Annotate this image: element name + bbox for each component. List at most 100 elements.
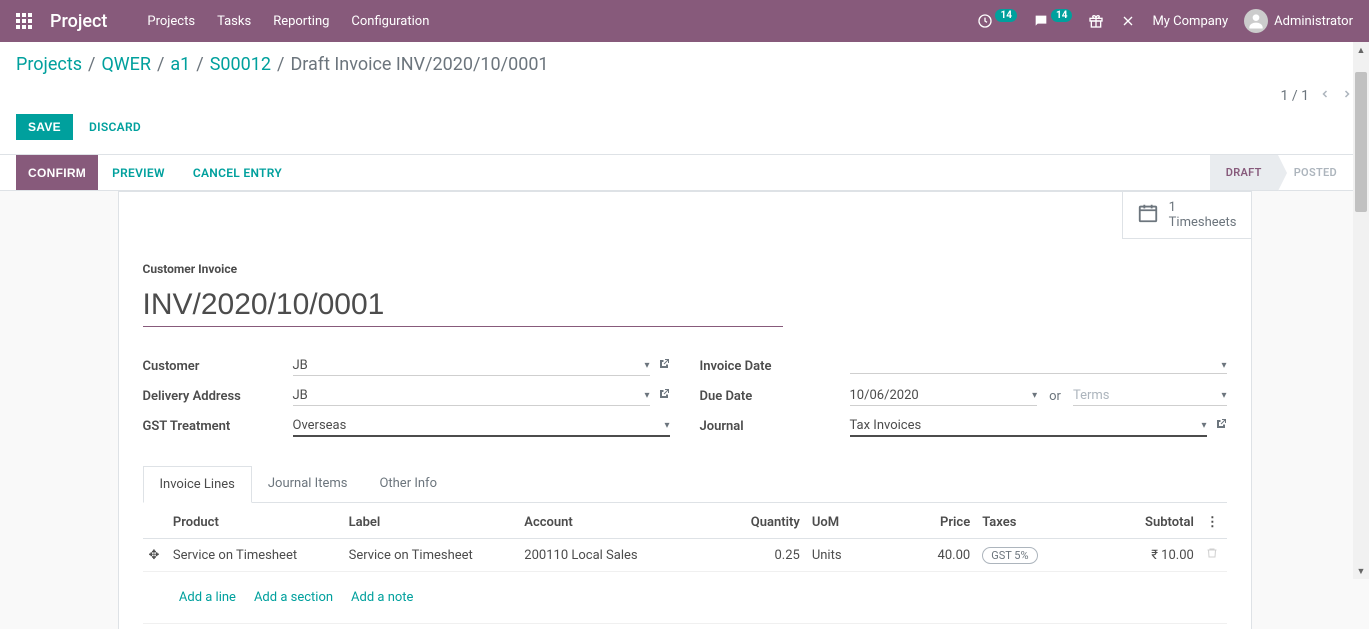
- cell-taxes[interactable]: GST 5%: [976, 539, 1082, 572]
- crumb-current: Draft Invoice INV/2020/10/0001: [290, 54, 548, 75]
- chevron-down-icon: ▾: [644, 390, 649, 401]
- crumb-qwer[interactable]: QWER: [101, 54, 151, 75]
- calendar-icon: [1137, 202, 1159, 228]
- table-row[interactable]: ✥ Service on Timesheet Service on Timesh…: [143, 539, 1227, 572]
- nav-configuration[interactable]: Configuration: [351, 14, 429, 29]
- chevron-down-icon: ▾: [664, 420, 669, 431]
- preview-button[interactable]: PREVIEW: [98, 155, 179, 190]
- scroll-up-icon[interactable]: ▲: [1353, 42, 1369, 58]
- journal-external-link-icon[interactable]: [1215, 418, 1227, 434]
- or-text: or: [1045, 389, 1065, 404]
- status-bar: DRAFT POSTED: [1210, 155, 1353, 190]
- cell-uom[interactable]: Units: [806, 539, 881, 572]
- gift-icon[interactable]: [1088, 13, 1104, 29]
- nav-tasks[interactable]: Tasks: [217, 14, 251, 29]
- label-due-date: Due Date: [700, 389, 850, 404]
- gst-treatment-field[interactable]: Overseas▾: [293, 416, 670, 437]
- discard-button[interactable]: DISCARD: [89, 120, 141, 134]
- col-price: Price: [880, 507, 976, 539]
- invoice-date-field[interactable]: ▾: [850, 358, 1227, 374]
- crumb-a1[interactable]: a1: [170, 54, 190, 75]
- company-name[interactable]: My Company: [1152, 14, 1228, 29]
- label-customer: Customer: [143, 359, 293, 374]
- add-section-link[interactable]: Add a section: [254, 590, 333, 605]
- nav-projects[interactable]: Projects: [147, 14, 195, 29]
- app-brand[interactable]: Project: [50, 11, 107, 32]
- chevron-down-icon: ▾: [1221, 360, 1226, 371]
- stat-timesheets[interactable]: 1 Timesheets: [1122, 191, 1252, 239]
- invoice-name-input[interactable]: [143, 282, 783, 327]
- add-note-link[interactable]: Add a note: [351, 590, 413, 605]
- topnav-right: 14 14 My Company Administrator: [977, 9, 1353, 33]
- nav-menu: Projects Tasks Reporting Configuration: [147, 14, 429, 29]
- discuss-badge: 14: [1051, 9, 1072, 22]
- scroll-thumb[interactable]: [1355, 72, 1367, 212]
- invoice-lines-table: Product Label Account Quantity UoM Price…: [143, 507, 1227, 624]
- user-menu[interactable]: Administrator: [1244, 9, 1353, 33]
- stat-count: 1: [1169, 200, 1237, 215]
- pager-prev-icon[interactable]: [1319, 88, 1331, 104]
- discuss-icon[interactable]: 14: [1033, 13, 1072, 29]
- stat-label: Timesheets: [1169, 215, 1237, 230]
- confirm-button[interactable]: CONFIRM: [16, 155, 98, 190]
- tab-invoice-lines[interactable]: Invoice Lines: [143, 466, 252, 503]
- add-line-link[interactable]: Add a line: [179, 590, 236, 605]
- cancel-entry-button[interactable]: CANCEL ENTRY: [179, 155, 296, 190]
- status-draft[interactable]: DRAFT: [1210, 155, 1278, 190]
- status-posted[interactable]: POSTED: [1278, 155, 1353, 190]
- label-invoice-date: Invoice Date: [700, 359, 850, 374]
- chevron-down-icon: ▾: [1201, 420, 1206, 431]
- payment-terms-field[interactable]: Terms▾: [1073, 386, 1227, 406]
- col-uom: UoM: [806, 507, 881, 539]
- pager-text: 1 / 1: [1281, 88, 1309, 104]
- avatar-icon: [1244, 9, 1268, 33]
- drag-handle-icon[interactable]: ✥: [143, 539, 167, 572]
- journal-field[interactable]: Tax Invoices▾: [850, 416, 1207, 437]
- top-nav: Project Projects Tasks Reporting Configu…: [0, 0, 1369, 42]
- tab-journal-items[interactable]: Journal Items: [252, 466, 364, 503]
- tab-other-info[interactable]: Other Info: [363, 466, 453, 503]
- cell-quantity[interactable]: 0.25: [710, 539, 806, 572]
- activity-badge: 14: [995, 9, 1016, 22]
- columns-menu-icon[interactable]: ⋮: [1200, 507, 1227, 539]
- label-delivery: Delivery Address: [143, 389, 293, 404]
- col-taxes: Taxes: [976, 507, 1082, 539]
- crumb-projects[interactable]: Projects: [16, 54, 82, 75]
- form-section-title: Customer Invoice: [143, 262, 1227, 276]
- delete-row-icon[interactable]: [1200, 539, 1227, 572]
- chevron-down-icon: ▾: [644, 360, 649, 371]
- cell-subtotal: ₹ 10.00: [1083, 539, 1200, 572]
- cell-account[interactable]: 200110 Local Sales: [518, 539, 710, 572]
- crumb-order[interactable]: S00012: [210, 54, 271, 75]
- customer-field[interactable]: JB▾: [293, 356, 650, 376]
- activity-icon[interactable]: 14: [977, 13, 1016, 29]
- chevron-down-icon: ▾: [1032, 390, 1037, 401]
- vertical-scrollbar[interactable]: ▲ ▼: [1353, 42, 1369, 579]
- user-name: Administrator: [1274, 14, 1353, 29]
- save-button[interactable]: SAVE: [16, 114, 73, 140]
- col-label: Label: [343, 507, 519, 539]
- tabs: Invoice Lines Journal Items Other Info: [143, 465, 1227, 503]
- pager: 1 / 1: [1281, 54, 1353, 104]
- col-subtotal: Subtotal: [1083, 507, 1200, 539]
- scroll-down-icon[interactable]: ▼: [1353, 563, 1369, 579]
- nav-reporting[interactable]: Reporting: [273, 14, 329, 29]
- col-product: Product: [167, 507, 343, 539]
- due-date-field[interactable]: 10/06/2020▾: [850, 386, 1038, 406]
- cell-product[interactable]: Service on Timesheet: [167, 539, 343, 572]
- tax-tag: GST 5%: [982, 547, 1037, 564]
- col-account: Account: [518, 507, 710, 539]
- customer-external-link-icon[interactable]: [658, 358, 670, 374]
- chevron-down-icon: ▾: [1221, 390, 1226, 401]
- breadcrumb: Projects/ QWER/ a1/ S00012/ Draft Invoic…: [16, 54, 549, 75]
- apps-icon[interactable]: [16, 13, 32, 29]
- form-sheet: 1 Timesheets Customer Invoice Customer J…: [118, 191, 1252, 629]
- cell-label[interactable]: Service on Timesheet: [343, 539, 519, 572]
- label-gst: GST Treatment: [143, 419, 293, 434]
- pager-next-icon[interactable]: [1341, 88, 1353, 104]
- label-journal: Journal: [700, 419, 850, 434]
- delivery-external-link-icon[interactable]: [658, 388, 670, 404]
- delivery-address-field[interactable]: JB▾: [293, 386, 650, 406]
- cell-price[interactable]: 40.00: [880, 539, 976, 572]
- tools-icon[interactable]: [1120, 13, 1136, 29]
